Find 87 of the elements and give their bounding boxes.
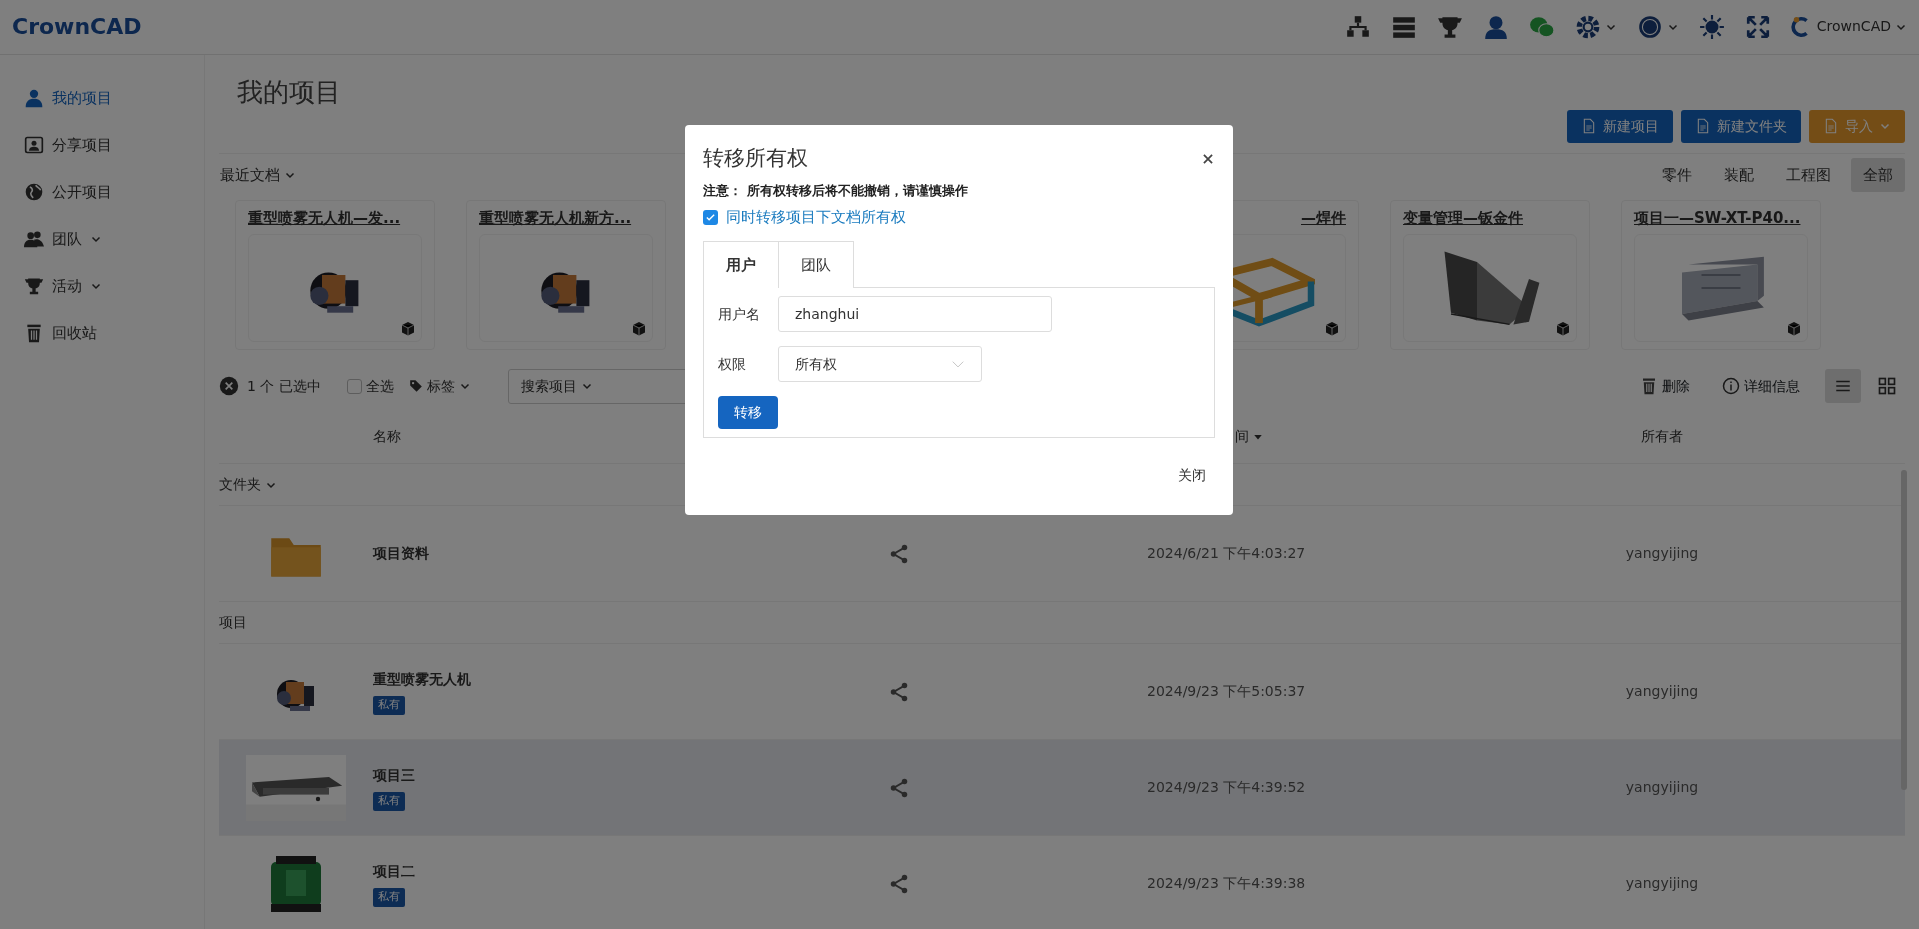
close-button[interactable]: 关闭 <box>1177 464 1207 487</box>
share-icon[interactable] <box>888 542 910 565</box>
date-text: 2024/9/23 下午4:39:38 <box>1147 875 1306 892</box>
share-icon[interactable] <box>888 680 910 703</box>
globe-icon <box>24 182 44 203</box>
selected-count: 1 个 已选中 <box>247 376 321 396</box>
settings-icon[interactable] <box>1574 13 1601 40</box>
select-all-checkbox[interactable]: 全选 <box>346 375 394 397</box>
item-name[interactable]: 项目三 <box>373 765 415 787</box>
tags-dropdown[interactable]: 标签 <box>407 374 472 398</box>
owner-text: yangyijing <box>1625 779 1699 796</box>
recent-doc-card[interactable]: 重型喷雾无人机新方... <box>466 200 666 351</box>
table-row[interactable]: 项目三 私有 2024/9/23 下午4:39:52 yangyijing <box>219 740 1905 837</box>
owner-text: yangyijing <box>1625 545 1699 562</box>
trash-icon <box>24 323 44 344</box>
user-name[interactable]: CrownCAD <box>1816 16 1891 38</box>
file-icon <box>1695 117 1711 136</box>
recent-doc-card[interactable]: 重型喷雾无人机—发... <box>235 200 435 351</box>
sidebar-item[interactable]: 团队 <box>0 215 204 263</box>
owner-text: yangyijing <box>1625 875 1699 892</box>
file-icon <box>1581 117 1597 136</box>
transfer-button[interactable]: 转移 <box>718 396 778 429</box>
field-label: 用户名 <box>718 304 761 324</box>
warning-note: 注意： 所有权转移后将不能撤销，请谨慎操作 <box>703 181 969 200</box>
section-label[interactable]: 文件夹 <box>219 474 277 496</box>
close-icon[interactable] <box>1201 151 1215 166</box>
hierarchy-icon[interactable] <box>1344 13 1371 40</box>
trophy-icon <box>24 276 44 297</box>
trash-icon <box>1640 377 1658 396</box>
share-icon[interactable] <box>888 872 910 895</box>
item-name[interactable]: 项目二 <box>373 861 415 883</box>
column-header[interactable]: 所有者 <box>1419 426 1905 448</box>
user-icon <box>24 88 44 109</box>
recent-doc-card[interactable]: 项目一—SW-XT-P40... <box>1621 200 1821 351</box>
sun-icon[interactable] <box>1698 13 1725 40</box>
dialog-tab[interactable]: 团队 <box>778 240 854 288</box>
permission-select[interactable]: 所有权 <box>778 346 982 382</box>
list-view-button[interactable] <box>1825 369 1861 404</box>
file-icon <box>1823 117 1839 136</box>
doc-title-link[interactable]: 重型喷雾无人机—发... <box>248 207 422 230</box>
grid-icon <box>1877 376 1897 397</box>
fullscreen-icon[interactable] <box>1744 13 1771 40</box>
filter-tab[interactable]: 工程图 <box>1774 157 1843 193</box>
sidebar-item[interactable]: 回收站 <box>0 309 204 357</box>
users-icon <box>24 229 44 250</box>
private-tag: 私有 <box>373 792 405 811</box>
page-title: 我的项目 <box>237 75 342 109</box>
filter-tab[interactable]: 装配 <box>1712 157 1766 193</box>
date-text: 2024/6/21 下午4:03:27 <box>1147 545 1306 562</box>
dialog-tab[interactable]: 用户 <box>703 240 778 288</box>
help-icon[interactable] <box>1636 13 1663 40</box>
tag-icon <box>408 379 423 394</box>
date-text: 2024/9/23 下午5:05:37 <box>1147 683 1306 700</box>
close-icon[interactable] <box>219 376 239 397</box>
sidebar-item[interactable]: 公开项目 <box>0 168 204 216</box>
share-icon[interactable] <box>888 776 910 799</box>
sidebar-item[interactable]: 分享项目 <box>0 121 204 169</box>
delete-button[interactable]: 删除 <box>1639 374 1691 398</box>
sidebar-item[interactable]: 我的项目 <box>0 74 204 122</box>
logo[interactable]: CrownCAD <box>12 10 142 44</box>
table-row[interactable]: 项目二 私有 2024/9/23 下午4:39:38 yangyijing <box>219 836 1905 929</box>
doc-title-link[interactable]: 项目一—SW-XT-P40... <box>1634 207 1808 230</box>
item-name[interactable]: 重型喷雾无人机 <box>373 669 471 691</box>
action-button[interactable]: 新建项目 <box>1567 109 1673 143</box>
info-icon <box>1722 377 1740 396</box>
field-label: 权限 <box>718 354 747 374</box>
dialog-title: 转移所有权 <box>703 145 808 172</box>
user-icon[interactable] <box>1482 13 1509 40</box>
check-icon <box>705 211 716 223</box>
column-header[interactable]: 间 <box>979 426 1419 448</box>
sidebar-item[interactable]: 活动 <box>0 262 204 310</box>
filter-tab[interactable]: 零件 <box>1650 157 1704 193</box>
section-label: 项目 <box>219 613 247 633</box>
id-card-icon <box>24 135 44 156</box>
filter-tab[interactable]: 全部 <box>1851 157 1905 193</box>
details-button[interactable]: 详细信息 <box>1721 374 1801 398</box>
doc-title-link[interactable]: 重型喷雾无人机新方... <box>479 207 653 230</box>
username-field[interactable]: zhanghui <box>778 296 1052 332</box>
private-tag: 私有 <box>373 696 405 715</box>
doc-title-link[interactable]: 变量管理—钣金件 <box>1403 207 1577 230</box>
recent-docs-dropdown[interactable]: 最近文档 <box>219 162 297 188</box>
recent-doc-card[interactable]: 变量管理—钣金件 <box>1390 200 1590 351</box>
date-text: 2024/9/23 下午4:39:52 <box>1147 779 1306 796</box>
private-tag: 私有 <box>373 888 405 907</box>
owner-text: yangyijing <box>1625 683 1699 700</box>
action-button[interactable]: 新建文件夹 <box>1681 109 1801 143</box>
item-name[interactable]: 项目资料 <box>373 543 429 565</box>
